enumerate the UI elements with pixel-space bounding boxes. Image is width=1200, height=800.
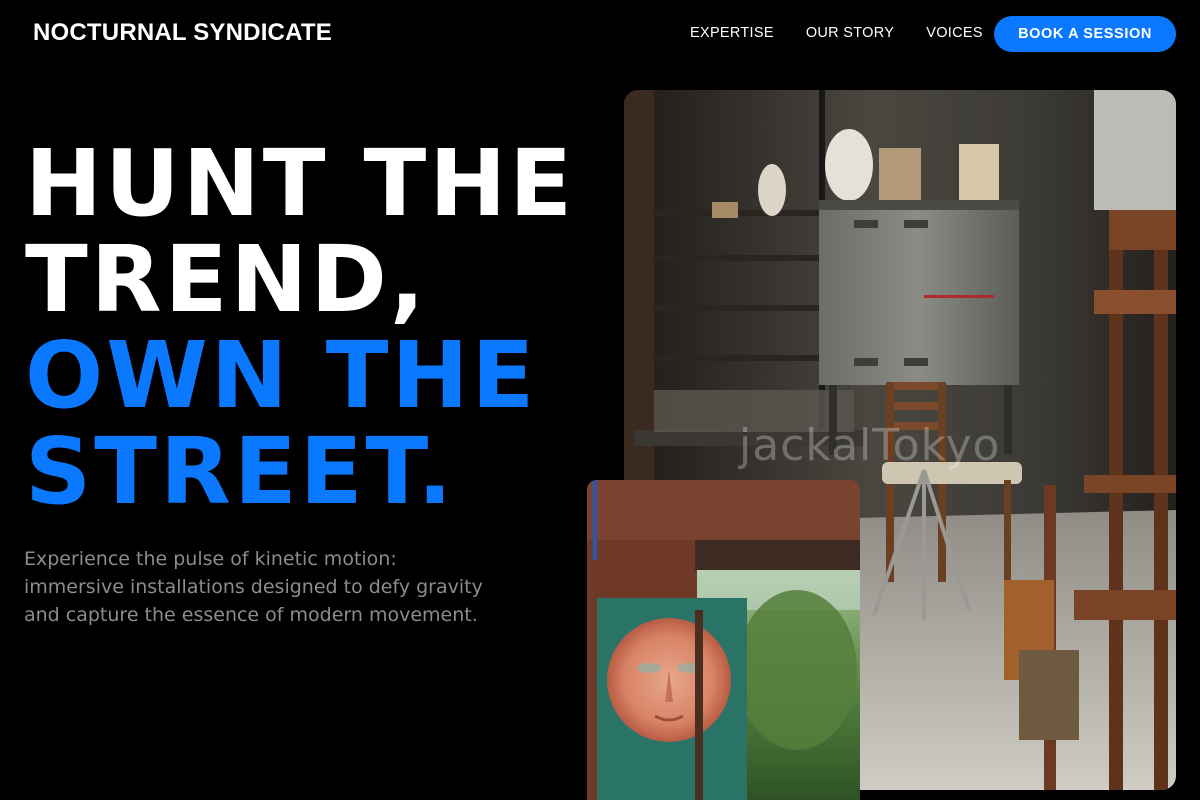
headline-line-3: OWN THE	[25, 322, 538, 429]
headline-line-2: TREND,	[25, 226, 428, 333]
headline-line-4: STREET.	[25, 418, 456, 525]
hero-headline: HUNT THE TREND, OWN THE STREET.	[25, 136, 575, 520]
mural-photo	[587, 480, 860, 800]
site-header: NOCTURNAL SYNDICATE EXPERTISE OUR STORY …	[0, 0, 1200, 68]
hero-description: Experience the pulse of kinetic motion: …	[24, 548, 483, 626]
nav-link-voices[interactable]: VOICES	[926, 25, 983, 41]
nav-link-our-story[interactable]: OUR STORY	[806, 25, 894, 41]
book-session-button[interactable]: BOOK A SESSION	[994, 16, 1176, 52]
mural-photo-illustration	[587, 480, 860, 800]
main-nav: EXPERTISE OUR STORY VOICES	[690, 25, 1015, 41]
nav-link-expertise[interactable]: EXPERTISE	[690, 25, 774, 41]
photo-watermark: jackalTokyo	[739, 420, 1001, 471]
headline-line-1: HUNT THE	[25, 130, 576, 237]
brand-logo[interactable]: NOCTURNAL SYNDICATE	[33, 19, 332, 47]
